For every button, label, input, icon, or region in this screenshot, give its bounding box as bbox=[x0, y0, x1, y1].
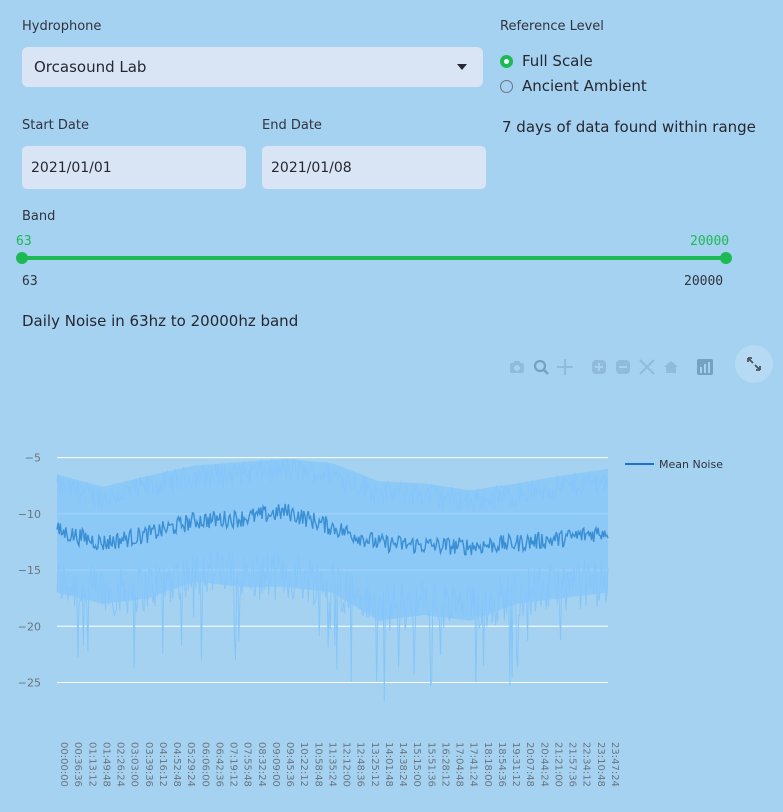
x-tick-label: 18:54:36 bbox=[496, 742, 507, 787]
radio-selected-icon bbox=[500, 54, 513, 68]
band-low-value: 63 bbox=[16, 234, 32, 249]
x-tick-label: 06:42:36 bbox=[213, 742, 224, 787]
x-tick-label: 02:26:24 bbox=[115, 742, 126, 787]
y-tick-label: −20 bbox=[18, 620, 41, 633]
legend-label: Mean Noise bbox=[659, 458, 723, 471]
x-tick-label: 01:13:12 bbox=[86, 742, 97, 787]
expand-icon bbox=[747, 357, 761, 371]
x-tick-label: 03:03:00 bbox=[129, 742, 140, 787]
x-tick-label: 14:01:48 bbox=[383, 742, 394, 787]
x-tick-label: 09:45:36 bbox=[284, 742, 295, 787]
start-date-label: Start Date bbox=[22, 118, 89, 133]
reference-level-label: Reference Level bbox=[500, 19, 604, 34]
y-tick-label: −5 bbox=[25, 452, 41, 465]
x-tick-label: 10:58:48 bbox=[312, 742, 323, 787]
x-tick-label: 03:39:36 bbox=[143, 742, 154, 787]
start-date-input[interactable]: 2021/01/01 bbox=[22, 146, 246, 189]
hydrophone-select[interactable]: Orcasound Lab bbox=[22, 47, 483, 87]
chevron-down-icon bbox=[457, 64, 467, 70]
band-slider-track[interactable] bbox=[22, 256, 726, 260]
x-tick-label: 09:09:00 bbox=[270, 742, 281, 787]
x-tick-label: 11:35:24 bbox=[326, 742, 337, 787]
x-tick-label: 20:07:48 bbox=[524, 742, 535, 787]
camera-icon[interactable] bbox=[508, 358, 526, 376]
plotly-logo-icon[interactable] bbox=[696, 358, 714, 376]
x-tick-label: 19:31:12 bbox=[510, 742, 521, 787]
zoom-out-icon[interactable] bbox=[614, 358, 632, 376]
home-icon[interactable] bbox=[662, 358, 680, 376]
x-tick-label: 07:55:48 bbox=[242, 742, 253, 787]
x-tick-label: 00:36:36 bbox=[72, 742, 83, 787]
x-tick-label: 04:52:48 bbox=[171, 742, 182, 787]
x-tick-label: 05:29:24 bbox=[185, 742, 196, 787]
y-tick-label: −10 bbox=[18, 508, 41, 521]
band-min-label: 63 bbox=[22, 274, 38, 289]
start-date-value: 2021/01/01 bbox=[31, 159, 112, 176]
end-date-label: End Date bbox=[262, 118, 322, 133]
radio-label: Full Scale bbox=[522, 52, 593, 70]
x-tick-label: 12:48:36 bbox=[355, 742, 366, 787]
x-tick-label: 00:00:00 bbox=[58, 742, 69, 787]
autoscale-icon[interactable] bbox=[638, 358, 656, 376]
chart-title: Daily Noise in 63hz to 20000hz band bbox=[22, 312, 299, 330]
chart-modebar bbox=[505, 358, 717, 376]
x-tick-label: 17:04:48 bbox=[454, 742, 465, 787]
x-tick-label: 23:47:24 bbox=[609, 742, 620, 787]
x-tick-label: 04:16:12 bbox=[157, 742, 168, 787]
band-high-value: 20000 bbox=[690, 234, 730, 249]
x-tick-label: 21:57:36 bbox=[567, 742, 578, 787]
x-tick-label: 17:41:24 bbox=[468, 742, 479, 787]
band-max-label: 20000 bbox=[684, 274, 724, 289]
end-date-input[interactable]: 2021/01/08 bbox=[262, 146, 486, 189]
band-label: Band bbox=[22, 209, 56, 224]
end-date-value: 2021/01/08 bbox=[271, 159, 352, 176]
x-tick-label: 12:12:00 bbox=[341, 742, 352, 787]
x-tick-label: 21:21:00 bbox=[553, 742, 564, 787]
x-tick-label: 16:28:12 bbox=[440, 742, 451, 787]
hydrophone-select-value: Orcasound Lab bbox=[34, 58, 147, 76]
x-tick-label: 14:38:24 bbox=[397, 742, 408, 787]
x-tick-label: 20:44:24 bbox=[538, 742, 549, 787]
x-tick-label: 13:25:12 bbox=[369, 742, 380, 787]
upper-band-line bbox=[56, 458, 609, 512]
x-tick-label: 23:10:48 bbox=[595, 742, 606, 787]
band-slider-low-handle[interactable] bbox=[16, 252, 28, 264]
x-tick-label: 07:19:12 bbox=[228, 742, 239, 787]
x-tick-label: 08:32:24 bbox=[256, 742, 267, 787]
y-tick-label: −25 bbox=[18, 677, 41, 690]
pan-icon[interactable] bbox=[556, 358, 574, 376]
lower-band-line bbox=[56, 549, 609, 701]
zoom-in-icon[interactable] bbox=[590, 358, 608, 376]
radio-full-scale[interactable]: Full Scale bbox=[500, 52, 593, 70]
zoom-icon[interactable] bbox=[532, 358, 550, 376]
hydrophone-label: Hydrophone bbox=[22, 19, 102, 34]
mean-noise-line bbox=[56, 503, 609, 556]
data-found-message: 7 days of data found within range bbox=[502, 118, 756, 136]
y-tick-label: −15 bbox=[18, 564, 41, 577]
fullscreen-button[interactable] bbox=[735, 345, 773, 383]
radio-ancient-ambient[interactable]: Ancient Ambient bbox=[500, 77, 647, 95]
x-tick-label: 18:18:00 bbox=[482, 742, 493, 787]
radio-unselected-icon bbox=[500, 79, 513, 93]
noise-band-area bbox=[57, 458, 608, 621]
x-tick-label: 15:15:00 bbox=[411, 742, 422, 787]
x-tick-label: 10:22:12 bbox=[298, 742, 309, 787]
x-tick-label: 22:34:12 bbox=[581, 742, 592, 787]
band-slider-high-handle[interactable] bbox=[720, 252, 732, 264]
x-tick-label: 01:49:48 bbox=[100, 742, 111, 787]
radio-label: Ancient Ambient bbox=[522, 77, 647, 95]
x-tick-label: 15:51:36 bbox=[425, 742, 436, 787]
x-tick-label: 06:06:00 bbox=[199, 742, 210, 787]
